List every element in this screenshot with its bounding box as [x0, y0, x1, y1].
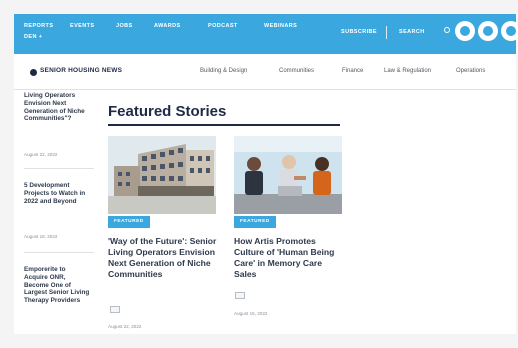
featured-badge[interactable]: FEATURED [234, 216, 276, 228]
top-navigation-bar: REPORTS EVENTS JOBS AWARDS PODCAST WEBIN… [14, 14, 518, 54]
panel-photo-illustration [234, 136, 342, 214]
sidebar-story-date: August 22, 2022 [24, 152, 58, 157]
twitter-icon[interactable] [478, 21, 498, 41]
screen-frame: REPORTS EVENTS JOBS AWARDS PODCAST WEBIN… [0, 0, 518, 348]
facebook-icon[interactable] [455, 21, 475, 41]
nav-link-podcast[interactable]: PODCAST [208, 23, 238, 29]
category-building-design[interactable]: Building & Design [200, 68, 247, 74]
heading-underline [108, 124, 340, 126]
sidebar-story-title[interactable]: 5 Development Projects to Watch in 2022 … [24, 182, 90, 205]
featured-stories-heading: Featured Stories [108, 103, 227, 120]
secondary-navigation: SENIOR HOUSING NEWS Building & Design Co… [14, 54, 516, 90]
topbar-divider [386, 26, 387, 39]
category-finance[interactable]: Finance [342, 68, 363, 74]
nav-link-events[interactable]: EVENTS [70, 23, 94, 29]
story-title-link[interactable]: How Artis Promotes Culture of 'Human Bei… [234, 236, 344, 280]
category-law-regulation[interactable]: Law & Regulation [384, 68, 431, 74]
subscribe-link[interactable]: SUBSCRIBE [341, 29, 377, 35]
category-operations[interactable]: Operations [456, 68, 485, 74]
site-logo[interactable]: SENIOR HOUSING NEWS [40, 67, 122, 74]
story-date: August 22, 2022 [108, 324, 142, 329]
search-link[interactable]: SEARCH [399, 29, 425, 35]
logo-icon [30, 69, 37, 76]
nav-link-reports[interactable]: REPORTS [24, 23, 53, 29]
nav-link-awards[interactable]: AWARDS [154, 23, 181, 29]
nav-link-webinars[interactable]: WEBINARS [264, 23, 297, 29]
story-image-panel[interactable] [234, 136, 342, 214]
sidebar-story-title[interactable]: Emporerite to Acquire ONR, Become One of… [24, 266, 90, 305]
sidebar-divider [24, 252, 94, 253]
main-content: Living Operators Envision Next Generatio… [14, 90, 516, 334]
comment-count-icon[interactable] [235, 292, 245, 299]
linkedin-icon[interactable] [501, 21, 518, 41]
comment-count-icon[interactable] [110, 306, 120, 313]
search-icon[interactable] [444, 27, 450, 33]
category-communities[interactable]: Communities [279, 68, 314, 74]
sidebar-story-date: August 18, 2022 [24, 234, 58, 239]
sidebar-divider [24, 168, 94, 169]
sidebar-story-title[interactable]: Living Operators Envision Next Generatio… [24, 92, 90, 123]
nav-link-jobs[interactable]: JOBS [116, 23, 133, 29]
story-date: August 15, 2022 [234, 311, 268, 316]
story-title-link[interactable]: 'Way of the Future': Senior Living Opera… [108, 236, 220, 280]
story-image-building[interactable] [108, 136, 216, 214]
building-illustration [108, 136, 216, 214]
nav-link-more[interactable]: DEN + [24, 34, 42, 40]
featured-badge[interactable]: FEATURED [108, 216, 150, 228]
